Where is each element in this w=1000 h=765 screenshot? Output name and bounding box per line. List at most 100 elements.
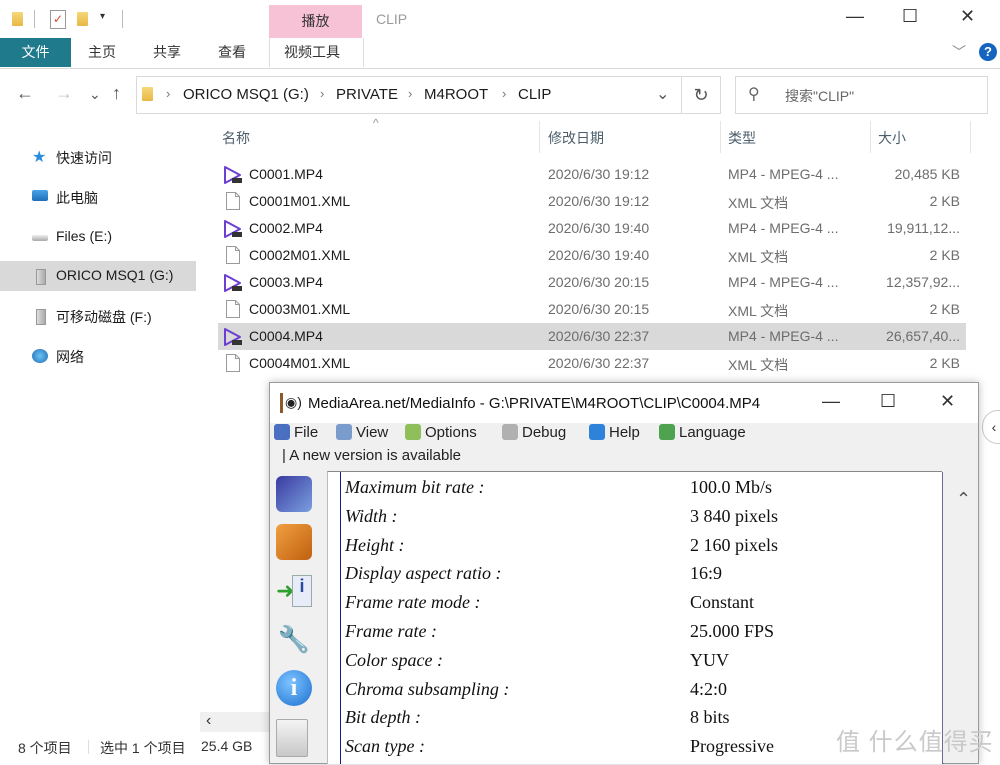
play-context-tab[interactable]: 播放 <box>269 5 362 38</box>
divider <box>122 10 123 28</box>
file-type: MP4 - MPEG-4 ... <box>728 274 839 290</box>
refresh-button[interactable]: ↻ <box>682 76 721 114</box>
tab-video-tools[interactable]: 视频工具 <box>269 38 364 67</box>
tab-view[interactable]: 查看 <box>204 38 260 67</box>
file-name: C0002M01.XML <box>249 247 351 263</box>
sidebar-item-this-pc[interactable]: 此电脑 <box>0 182 196 212</box>
breadcrumb-separator[interactable]: › <box>166 86 170 101</box>
menu-language[interactable]: Language <box>659 424 746 441</box>
property-row: Display aspect ratio : 16:9 <box>328 563 928 592</box>
web-report-icon[interactable] <box>276 719 308 757</box>
breadcrumb-separator[interactable]: › <box>320 86 324 101</box>
preferences-icon[interactable]: 🔧 <box>276 621 312 657</box>
tab-share[interactable]: 共享 <box>139 38 195 67</box>
column-divider[interactable] <box>970 121 971 153</box>
mediainfo-maximize-button[interactable]: ☐ <box>880 391 896 412</box>
maximize-button[interactable]: ☐ <box>902 6 918 27</box>
file-row[interactable]: C0003.MP4 2020/6/30 20:15 MP4 - MPEG-4 ...… <box>218 269 966 296</box>
menu-debug[interactable]: Debug <box>502 424 566 441</box>
property-row: Frame rate mode : Constant <box>328 592 928 621</box>
menu-options[interactable]: Options <box>405 424 477 441</box>
tab-file[interactable]: 文件 <box>0 38 71 67</box>
file-type: MP4 - MPEG-4 ... <box>728 220 839 236</box>
sidebar-item-files-e[interactable]: Files (E:) <box>0 222 196 252</box>
file-type: XML 文档 <box>728 249 789 265</box>
file-row[interactable]: C0001.MP4 2020/6/30 19:12 MP4 - MPEG-4 ...… <box>218 161 966 188</box>
file-row[interactable]: C0003M01.XML 2020/6/30 20:15 XML 文档 2 KB <box>218 296 966 323</box>
sort-indicator-icon: ^ <box>373 116 379 130</box>
breadcrumb-drive[interactable]: ORICO MSQ1 (G:) <box>183 86 309 103</box>
breadcrumb-m4root[interactable]: M4ROOT <box>424 86 488 103</box>
open-folder-icon[interactable] <box>276 524 312 560</box>
column-divider[interactable] <box>720 121 721 153</box>
file-row[interactable]: C0001M01.XML 2020/6/30 19:12 XML 文档 2 KB <box>218 188 966 215</box>
file-row[interactable]: C0002.MP4 2020/6/30 19:40 MP4 - MPEG-4 ...… <box>218 215 966 242</box>
properties-icon[interactable]: ✓ <box>50 10 66 29</box>
sidebar-item-orico-g[interactable]: ORICO MSQ1 (G:) <box>0 261 196 291</box>
property-row: Color space : YUV <box>328 650 928 679</box>
help-icon[interactable]: ? <box>979 43 997 61</box>
about-icon[interactable]: i <box>276 670 312 706</box>
customize-quick-access-icon[interactable]: ▾ <box>100 11 105 22</box>
status-selected-count: 选中 1 个项目 <box>100 740 186 756</box>
address-dropdown-icon[interactable]: ⌄ <box>656 84 669 104</box>
video-file-icon <box>223 273 243 293</box>
mediainfo-minimize-button[interactable]: — <box>822 391 840 412</box>
scroll-up-button[interactable]: ⌃ <box>956 489 971 510</box>
file-name: C0003M01.XML <box>249 301 351 317</box>
menu-label: Language <box>679 424 746 441</box>
tab-home[interactable]: 主页 <box>74 38 130 67</box>
folder-icon[interactable] <box>12 12 23 26</box>
sidebar-item-quick-access[interactable]: ★ 快速访问 <box>0 142 196 172</box>
vertical-scrollbar[interactable] <box>943 471 976 763</box>
mediainfo-logo-icon <box>280 393 283 413</box>
mediainfo-window: ◉) MediaArea.net/MediaInfo - G:\PRIVATE\… <box>269 382 979 764</box>
new-folder-icon[interactable] <box>77 12 88 26</box>
close-button[interactable]: ✕ <box>960 6 975 27</box>
globe-icon <box>659 424 675 440</box>
mediainfo-close-button[interactable]: ✕ <box>940 391 955 412</box>
menu-help[interactable]: Help <box>589 424 640 441</box>
file-row[interactable]: C0004.MP4 2020/6/30 22:37 MP4 - MPEG-4 ...… <box>218 323 966 350</box>
property-name: Color space : <box>345 649 443 670</box>
update-notice[interactable]: | A new version is available <box>282 447 461 464</box>
file-type: MP4 - MPEG-4 ... <box>728 328 839 344</box>
property-value: 100.0 Mb/s <box>690 477 773 497</box>
property-row: Frame rate : 25.000 FPS <box>328 621 928 650</box>
property-name: Frame rate mode : <box>345 592 481 613</box>
file-row[interactable]: C0004M01.XML 2020/6/30 22:37 XML 文档 2 KB <box>218 350 966 377</box>
breadcrumb-private[interactable]: PRIVATE <box>336 86 398 103</box>
back-button[interactable]: ← <box>16 83 34 104</box>
column-header-type[interactable]: 类型 <box>728 128 756 148</box>
column-divider[interactable] <box>870 121 871 153</box>
breadcrumb-clip[interactable]: CLIP <box>518 86 551 103</box>
expand-panel-button[interactable]: ‹ <box>982 410 1000 444</box>
column-header-date[interactable]: 修改日期 <box>548 128 604 148</box>
minimize-button[interactable]: — <box>846 6 864 27</box>
ribbon-expand-icon[interactable]: ﹀ <box>952 42 966 62</box>
property-name: Display aspect ratio : <box>345 563 502 584</box>
menu-view[interactable]: View <box>336 424 388 441</box>
horizontal-scrollbar[interactable]: ‹ <box>200 712 270 732</box>
export-info-icon[interactable]: ➜ i <box>276 573 312 609</box>
file-date: 2020/6/30 19:40 <box>548 247 650 263</box>
document-file-icon <box>226 300 240 318</box>
breadcrumb-separator[interactable]: › <box>408 86 412 101</box>
menu-file[interactable]: File <box>274 424 318 441</box>
sidebar-item-network[interactable]: 网络 <box>0 341 196 371</box>
file-row[interactable]: C0002M01.XML 2020/6/30 19:40 XML 文档 2 KB <box>218 242 966 269</box>
up-button[interactable]: ↑ <box>112 83 121 104</box>
column-header-size[interactable]: 大小 <box>878 128 906 148</box>
open-file-icon[interactable] <box>276 476 312 512</box>
search-input[interactable] <box>735 76 988 114</box>
forward-button[interactable]: → <box>55 83 73 104</box>
sidebar-item-label: 此电脑 <box>56 190 98 206</box>
sidebar-item-removable-f[interactable]: 可移动磁盘 (F:) <box>0 301 196 331</box>
recent-locations-button[interactable]: ⌄ <box>89 86 101 103</box>
menu-label: Options <box>425 424 477 441</box>
property-value: Progressive <box>690 736 774 757</box>
column-divider[interactable] <box>539 121 540 153</box>
scroll-left-button[interactable]: ‹ <box>206 712 211 730</box>
breadcrumb-separator[interactable]: › <box>502 86 506 101</box>
column-header-name[interactable]: 名称 <box>222 128 250 148</box>
